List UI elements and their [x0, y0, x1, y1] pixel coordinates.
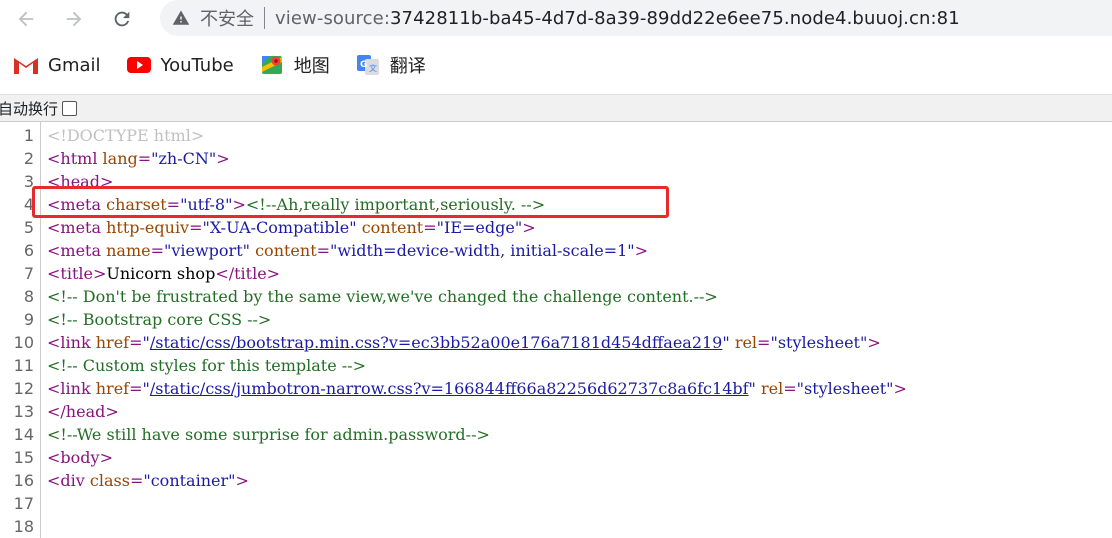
line-code: </head>	[47, 402, 119, 421]
line-wrap-bar: 自动换行	[0, 94, 1112, 122]
source-line: 2 <html lang="zh-CN">	[0, 147, 1112, 170]
line-number: 9	[23, 310, 34, 329]
warning-icon[interactable]	[172, 9, 190, 27]
line-number: 6	[23, 241, 34, 260]
url-host: 3742811b-ba45-4d7d-8a39-89dd22e6ee75.nod…	[389, 7, 960, 29]
line-code: <body>	[47, 448, 113, 467]
source-line: 1 <!DOCTYPE html>	[0, 124, 1112, 147]
source-line: 6 <meta name="viewport" content="width=de…	[0, 239, 1112, 262]
line-number: 15	[13, 448, 34, 467]
source-line: 12 <link href="/static/css/jumbotron-narr…	[0, 377, 1112, 400]
source-view: 1 <!DOCTYPE html> 2 <html lang="zh-CN"> 3 <he…	[0, 122, 1112, 538]
line-number: 2	[23, 149, 34, 168]
line-number: 7	[23, 264, 34, 283]
line-code: <title>Unicorn shop</title>	[47, 264, 281, 283]
source-line: 17	[0, 492, 1112, 515]
source-line: 13 </head>	[0, 400, 1112, 423]
line-number: 12	[13, 379, 34, 398]
bookmark-youtube[interactable]: YouTube	[126, 53, 234, 77]
highlight-annotation-box	[32, 186, 669, 218]
source-line: 7 <title>Unicorn shop</title>	[0, 262, 1112, 285]
bookmark-label: Gmail	[48, 54, 101, 76]
source-line: 5 <meta http-equiv="X-UA-Compatible" cont…	[0, 216, 1112, 239]
line-number: 18	[13, 517, 34, 536]
gmail-icon	[14, 53, 38, 77]
bookmark-label: 翻译	[389, 56, 426, 77]
line-code: <meta name="viewport" content="width=dev…	[47, 241, 649, 260]
forward-button[interactable]	[58, 3, 90, 35]
bookmark-gmail[interactable]: Gmail	[14, 53, 101, 77]
bookmark-maps[interactable]: 地图	[260, 52, 330, 78]
line-number: 13	[13, 402, 34, 421]
source-line: 8 <!-- Don't be frustrated by the same vi…	[0, 285, 1112, 308]
line-number: 10	[13, 333, 34, 352]
bookmark-translate[interactable]: G 文 翻译	[356, 52, 426, 78]
translate-icon: G 文	[356, 53, 380, 77]
line-number: 1	[23, 126, 34, 145]
source-line: 10 <link href="/static/css/bootstrap.min.…	[0, 331, 1112, 354]
line-code: <meta http-equiv="X-UA-Compatible" conte…	[47, 218, 536, 237]
line-code: <!-- Bootstrap core CSS -->	[47, 310, 272, 329]
line-number: 17	[13, 494, 34, 513]
url-text[interactable]: view-source:3742811b-ba45-4d7d-8a39-89dd…	[275, 8, 960, 29]
source-line: 9 <!-- Bootstrap core CSS -->	[0, 308, 1112, 331]
line-code: <link href="/static/css/bootstrap.min.cs…	[47, 333, 881, 352]
line-code: <link href="/static/css/jumbotron-narrow…	[47, 379, 907, 398]
line-wrap-label: 自动换行	[0, 99, 59, 118]
youtube-icon	[126, 53, 151, 77]
line-code: <!--We still have some surprise for admi…	[47, 425, 490, 444]
line-code: <div class="container">	[47, 471, 249, 490]
browser-toolbar: 不安全 view-source:3742811b-ba45-4d7d-8a39-…	[0, 0, 1112, 38]
line-code: <html lang="zh-CN">	[47, 149, 230, 168]
arrow-left-icon	[18, 11, 34, 27]
bookmark-label: 地图	[293, 56, 330, 77]
line-code: <!-- Custom styles for this template -->	[47, 356, 366, 375]
line-number: 8	[23, 287, 34, 306]
source-line: 16 <div class="container">	[0, 469, 1112, 492]
arrow-right-icon	[66, 11, 82, 27]
line-number: 5	[23, 218, 34, 237]
address-bar[interactable]: 不安全 view-source:3742811b-ba45-4d7d-8a39-…	[160, 0, 1112, 36]
line-code: <!-- Don't be frustrated by the same vie…	[47, 287, 718, 306]
line-number: 14	[13, 425, 34, 444]
bookmarks-bar: Gmail YouTube 地图 G 文 翻译	[0, 46, 1112, 84]
bookmark-label: YouTube	[160, 54, 234, 76]
source-line: 15 <body>	[0, 446, 1112, 469]
line-wrap-checkbox[interactable]	[62, 100, 78, 116]
source-line: 14 <!--We still have some surprise for ad…	[0, 423, 1112, 446]
separator	[264, 7, 265, 29]
line-code: <!DOCTYPE html>	[47, 126, 205, 145]
reload-button[interactable]	[106, 3, 138, 35]
reload-icon	[114, 11, 130, 27]
maps-icon	[260, 53, 284, 77]
line-number: 11	[13, 356, 34, 375]
svg-text:文: 文	[369, 63, 377, 73]
url-scheme: view-source:	[275, 7, 390, 29]
back-button[interactable]	[10, 3, 42, 35]
source-line: 18	[0, 515, 1112, 538]
source-line: 11 <!-- Custom styles for this template -…	[0, 354, 1112, 377]
svg-text:G: G	[360, 60, 367, 70]
line-number: 16	[13, 471, 34, 490]
security-label[interactable]: 不安全	[200, 5, 254, 31]
